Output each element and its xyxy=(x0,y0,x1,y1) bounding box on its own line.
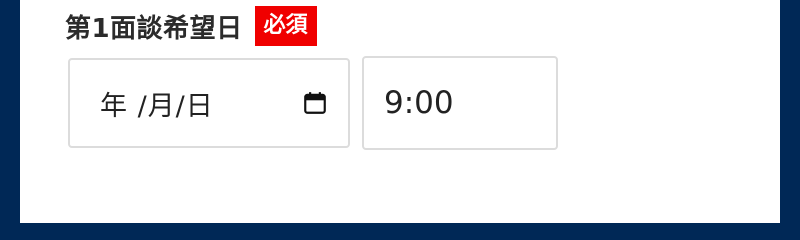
required-badge: 必須 xyxy=(254,6,317,46)
field-label-row: 第1面談希望日 必須 xyxy=(65,4,317,48)
time-input[interactable]: 9:00 xyxy=(362,56,558,150)
form-panel: 第1面談希望日 必須 年 /月/日 9:00 xyxy=(20,0,780,223)
date-placeholder: 年 /月/日 xyxy=(100,90,214,122)
calendar-icon[interactable] xyxy=(302,90,328,116)
time-value: 9:00 xyxy=(384,85,454,121)
interview-date-label: 第1面談希望日 xyxy=(65,13,243,44)
date-input[interactable]: 年 /月/日 xyxy=(68,58,350,148)
